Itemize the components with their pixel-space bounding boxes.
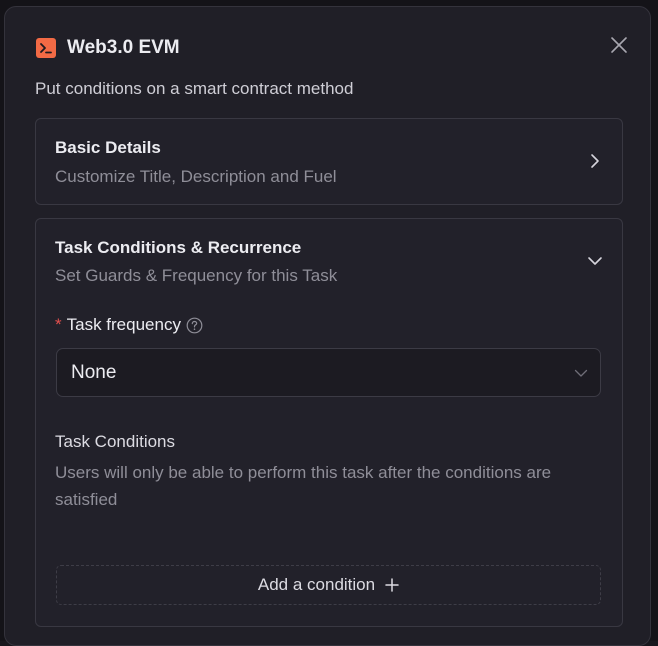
task-dialog: Web3.0 EVM Put conditions on a smart con… [4, 6, 651, 646]
task-conditions-section: Task Conditions & Recurrence Set Guards … [35, 218, 623, 627]
section-description: Set Guards & Frequency for this Task [55, 266, 338, 285]
chevron-right-icon[interactable] [587, 153, 603, 169]
terminal-icon [36, 38, 56, 58]
add-condition-button[interactable]: Add a condition [56, 565, 601, 605]
button-label: Add a condition [257, 575, 376, 594]
required-marker: * [55, 315, 62, 334]
dialog-header: Web3.0 EVM [36, 37, 180, 59]
task-frequency-label: * Task frequency [55, 315, 203, 335]
basic-details-section[interactable]: Basic Details Customize Title, Descripti… [35, 118, 623, 205]
section-title: Basic Details [55, 138, 161, 157]
dialog-title: Web3.0 EVM [67, 37, 180, 58]
plus-icon [385, 578, 399, 592]
task-conditions-title: Task Conditions [55, 432, 176, 451]
close-icon [611, 37, 627, 53]
close-button[interactable] [607, 33, 631, 57]
task-frequency-select[interactable]: None [56, 348, 601, 397]
question-circle-icon[interactable] [186, 317, 203, 334]
section-title[interactable]: Task Conditions & Recurrence [55, 238, 301, 258]
section-description: Customize Title, Description and Fuel [55, 167, 337, 186]
dialog-subtitle: Put conditions on a smart contract metho… [35, 79, 354, 98]
task-conditions-description: Users will only be able to perform this … [55, 463, 552, 509]
chevron-down-icon [573, 365, 589, 381]
field-label: Task frequency [66, 315, 181, 334]
chevron-down-icon[interactable] [587, 253, 603, 269]
select-value: None [71, 362, 117, 383]
